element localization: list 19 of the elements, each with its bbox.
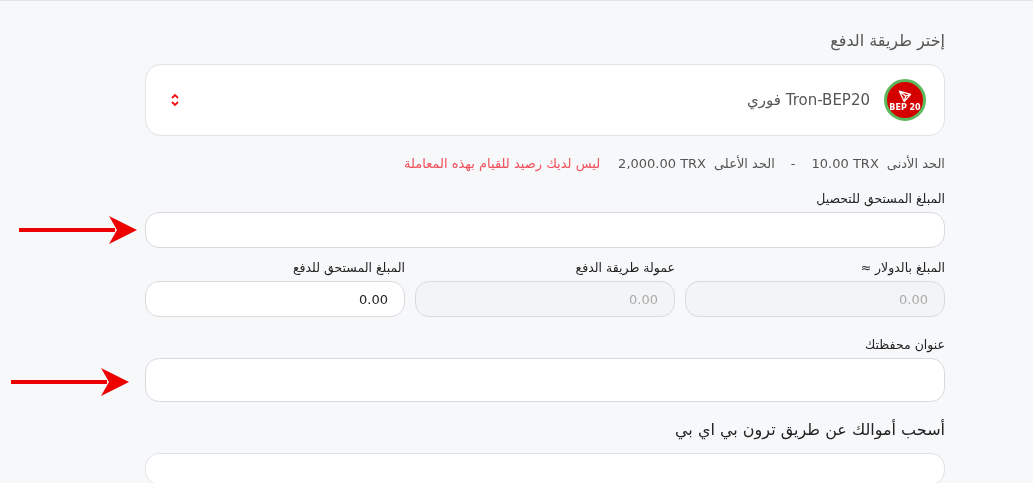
section-heading: إختر طريقة الدفع [829,31,945,50]
section-heading: أسحب أموالك عن طريق ترون بي اي بي [674,420,945,439]
tron-logo-icon: BEP 20 [884,79,926,121]
amount-input-field[interactable] [145,212,945,248]
field-label: عمولة طريقة الدفع [574,260,675,275]
field-label: المبلغ المستحق للدفع [291,260,405,275]
amount-input-field[interactable]: 0.00 [145,281,405,317]
field-label: عنوان محفظتك [864,337,945,352]
max-limit-label: الحد الأعلى [714,156,775,171]
field-label: المبلغ بالدولار ≈ [859,260,945,275]
select-value: Tron-BEP20 فوري [746,91,870,109]
field-label: المبلغ المستحق للتحصيل [815,191,945,206]
error-message: ليس لديك رصيد للقيام بهذه المعاملة [404,156,601,171]
sort-caret-icon [170,92,180,108]
wallet-address-input-field[interactable] [145,358,945,402]
max-limit-value: 2,000.00 TRX [618,156,706,171]
min-limit-value: 10.00 TRX [811,156,879,171]
min-limit-label: الحد الأدنى [886,156,945,171]
limit-separator: - [790,156,796,171]
